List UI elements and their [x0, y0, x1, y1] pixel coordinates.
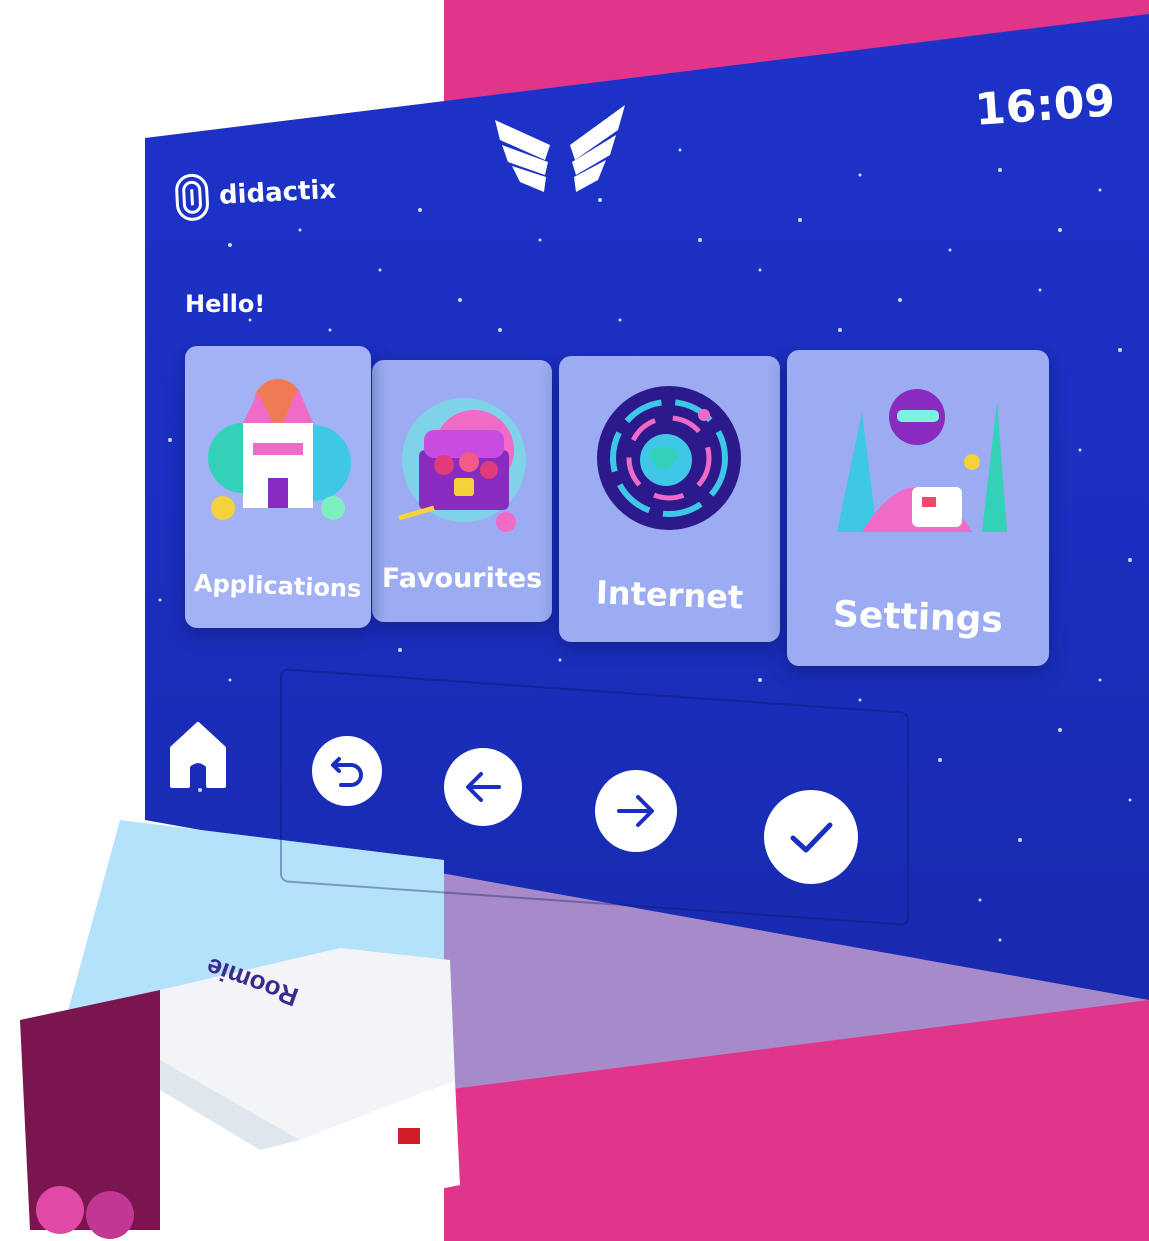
person-settings-illustration: [837, 389, 1007, 532]
check-icon: [790, 822, 833, 853]
tile-label: Settings: [832, 594, 1004, 641]
arrow-right-icon: [617, 795, 654, 827]
tile-label: Applications: [193, 569, 363, 603]
undo-icon: [331, 757, 363, 787]
tile-favourites[interactable]: Favourites: [372, 360, 552, 622]
brand-logo: didactix: [174, 166, 337, 222]
next-button[interactable]: [595, 770, 677, 852]
wings-icon: [495, 105, 625, 192]
confirm-button[interactable]: [764, 790, 858, 884]
previous-button[interactable]: [444, 748, 522, 826]
tile-label: Favourites: [381, 563, 543, 594]
treasure-chest-illustration: [398, 398, 526, 532]
arrow-left-icon: [466, 772, 501, 802]
tile-settings[interactable]: Settings: [787, 350, 1049, 666]
tile-internet[interactable]: Internet: [559, 356, 780, 642]
tile-label: Internet: [595, 573, 744, 617]
back-button[interactable]: [312, 736, 382, 806]
tile-applications[interactable]: Applications: [185, 346, 371, 628]
brand-name: didactix: [218, 174, 337, 211]
projector-device: Roomie: [20, 948, 460, 1241]
clock: 16:09: [973, 75, 1117, 136]
globe-illustration: [597, 386, 741, 530]
castle-illustration: [208, 379, 351, 520]
fingerprint-icon: [175, 173, 209, 221]
home-icon[interactable]: [168, 718, 228, 790]
greeting-text: Hello!: [185, 290, 266, 318]
